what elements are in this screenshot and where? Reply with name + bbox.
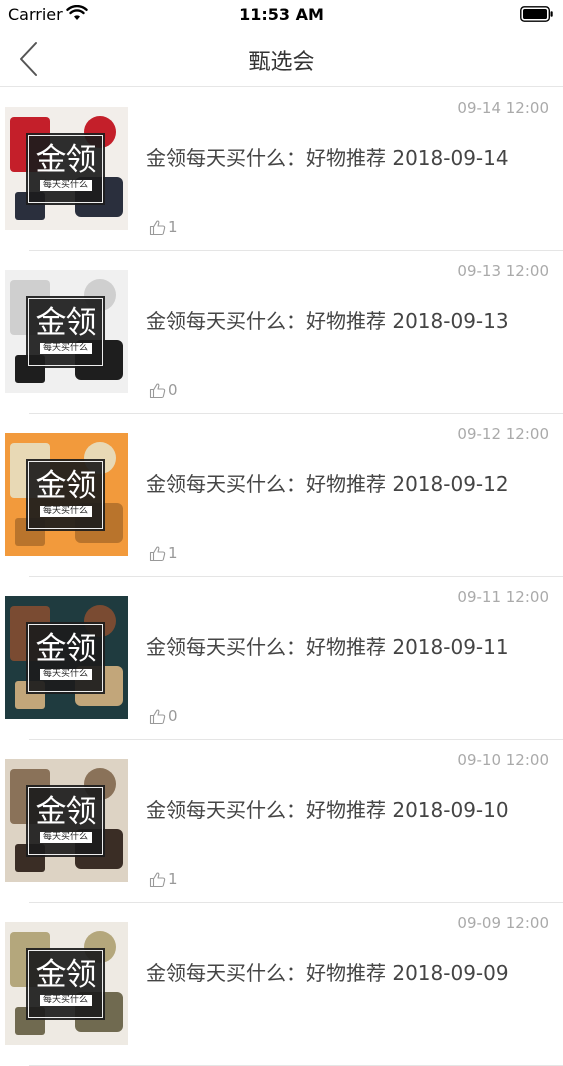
badge-subtitle: 每天买什么 [39,832,92,843]
thumbnail-image: 金领 每天买什么 [5,596,128,719]
thumbs-up-icon [149,708,166,724]
like-count-value: 1 [168,544,178,562]
list-item[interactable]: 金领 每天买什么 09-14 12:00 金领每天买什么：好物推荐 2018-0… [0,88,563,251]
item-date: 09-10 12:00 [457,751,549,769]
badge-title: 金领 [35,305,97,341]
item-title: 金领每天买什么：好物推荐 2018-09-10 [146,798,509,822]
like-count[interactable]: 0 [149,381,178,399]
badge-title: 金领 [35,794,97,830]
badge-subtitle: 每天买什么 [39,180,92,191]
list-item[interactable]: 金领 每天买什么 09-09 12:00 金领每天买什么：好物推荐 2018-0… [0,903,563,1066]
item-title: 金领每天买什么：好物推荐 2018-09-14 [146,146,509,170]
badge-title: 金领 [35,142,97,178]
article-list: 金领 每天买什么 09-14 12:00 金领每天买什么：好物推荐 2018-0… [0,88,563,1066]
like-count-value: 0 [168,707,178,725]
item-date: 09-11 12:00 [457,588,549,606]
thumbnail-badge: 金领 每天买什么 [26,785,105,857]
item-date: 09-13 12:00 [457,262,549,280]
thumbs-up-icon [149,382,166,398]
like-count-value: 0 [168,381,178,399]
thumbnail-image: 金领 每天买什么 [5,759,128,882]
item-date: 09-12 12:00 [457,425,549,443]
list-item[interactable]: 金领 每天买什么 09-10 12:00 金领每天买什么：好物推荐 2018-0… [0,740,563,903]
badge-subtitle: 每天买什么 [39,669,92,680]
like-count-value: 1 [168,218,178,236]
thumbs-up-icon [149,545,166,561]
item-date: 09-09 12:00 [457,914,549,932]
thumbnail-badge: 金领 每天买什么 [26,459,105,531]
list-item[interactable]: 金领 每天买什么 09-13 12:00 金领每天买什么：好物推荐 2018-0… [0,251,563,414]
badge-subtitle: 每天买什么 [39,995,92,1006]
page-title: 甄选会 [248,50,315,75]
list-item[interactable]: 金领 每天买什么 09-11 12:00 金领每天买什么：好物推荐 2018-0… [0,577,563,740]
thumbnail-image: 金领 每天买什么 [5,433,128,556]
navigation-bar: 甄选会 [0,30,563,87]
item-title: 金领每天买什么：好物推荐 2018-09-12 [146,472,509,496]
thumbs-up-icon [149,871,166,887]
item-title: 金领每天买什么：好物推荐 2018-09-13 [146,309,509,333]
badge-subtitle: 每天买什么 [39,506,92,517]
clock: 11:53 AM [239,5,324,24]
like-count[interactable]: 1 [149,870,178,888]
like-count-value: 1 [168,870,178,888]
thumbnail-image: 金领 每天买什么 [5,270,128,393]
battery-icon [520,6,553,22]
thumbnail-badge: 金领 每天买什么 [26,948,105,1020]
badge-title: 金领 [35,957,97,993]
thumbnail-badge: 金领 每天买什么 [26,133,105,205]
item-title: 金领每天买什么：好物推荐 2018-09-09 [146,961,509,985]
status-bar: Carrier 11:53 AM [0,0,563,30]
item-date: 09-14 12:00 [457,99,549,117]
badge-title: 金领 [35,631,97,667]
thumbnail-image: 金领 每天买什么 [5,922,128,1045]
thumbnail-image: 金领 每天买什么 [5,107,128,230]
thumbnail-badge: 金领 每天买什么 [26,622,105,694]
like-count[interactable]: 1 [149,218,178,236]
item-title: 金领每天买什么：好物推荐 2018-09-11 [146,635,509,659]
like-count[interactable]: 1 [149,544,178,562]
badge-title: 金领 [35,468,97,504]
badge-subtitle: 每天买什么 [39,343,92,354]
thumbnail-badge: 金领 每天买什么 [26,296,105,368]
like-count[interactable]: 0 [149,707,178,725]
list-item[interactable]: 金领 每天买什么 09-12 12:00 金领每天买什么：好物推荐 2018-0… [0,414,563,577]
thumbs-up-icon [149,219,166,235]
